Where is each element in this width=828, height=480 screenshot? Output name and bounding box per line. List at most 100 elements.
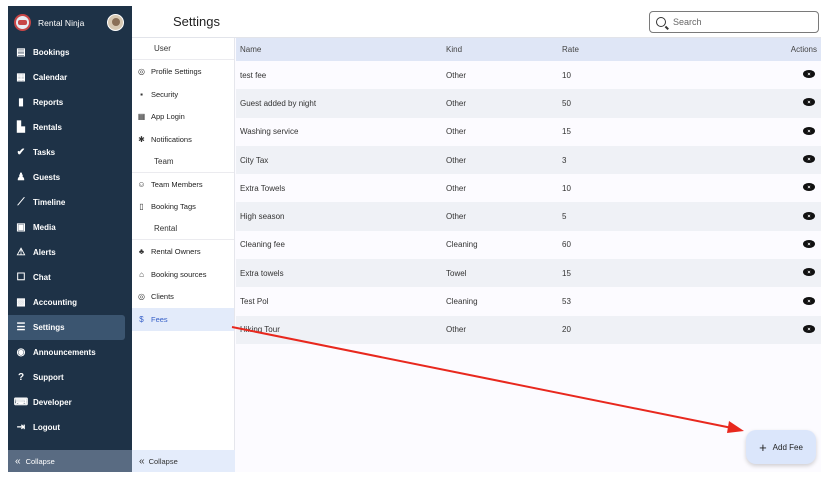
page-header: Settings	[132, 6, 821, 38]
sidebar-collapse-button[interactable]: « Collapse	[8, 450, 132, 472]
sidebar-item-developer[interactable]: ⌨ Developer	[8, 390, 132, 415]
fee-rate-cell: 60	[562, 240, 571, 250]
eye-icon[interactable]	[803, 239, 815, 248]
sidebar-nav: ▤ Bookings ▦ Calendar ▮ Reports ▙ Rentals ✔ Tasks…	[8, 39, 132, 440]
submenu-item-profile-settings[interactable]: ◎ Profile Settings	[132, 60, 234, 83]
gear-icon: ✱	[138, 134, 145, 144]
table-row[interactable]: Guest added by night Other 50	[236, 89, 821, 118]
table-row[interactable]: Washing service Other 15	[236, 117, 821, 146]
calendar-icon: ▦	[16, 72, 26, 83]
sidebar-item-reports[interactable]: ▮ Reports	[8, 90, 132, 115]
search-input[interactable]	[673, 17, 813, 27]
column-header-name[interactable]: Name	[236, 45, 446, 54]
fee-rate-cell: 10	[562, 70, 571, 80]
table-row[interactable]: City Tax Other 3	[236, 145, 821, 175]
fee-rate-cell: 53	[562, 297, 571, 307]
eye-icon[interactable]	[803, 183, 815, 192]
column-header-kind[interactable]: Kind	[446, 45, 560, 54]
submenu-item-label: Rental Owners	[151, 246, 201, 256]
submenu-item-security[interactable]: ▪ Security	[132, 83, 234, 106]
sidebar-item-calendar[interactable]: ▦ Calendar	[8, 65, 132, 90]
table-row[interactable]: Cleaning fee Cleaning 60	[236, 230, 821, 260]
sidebar-item-support[interactable]: ? Support	[8, 365, 132, 390]
sidebar-item-chat[interactable]: ☐ Chat	[8, 265, 132, 290]
dollar-icon: $	[139, 315, 144, 325]
submenu-item-label: Team Members	[151, 179, 203, 189]
submenu-item-clients[interactable]: ◎ Clients	[132, 286, 234, 309]
bookings-icon: ▤	[16, 47, 26, 58]
main-sidebar: Rental Ninja ▤ Bookings ▦ Calendar ▮ Reports ▙…	[8, 6, 132, 472]
sidebar-item-label: Bookings	[33, 48, 70, 57]
fee-rate-cell: 15	[562, 127, 571, 137]
table-row[interactable]: High season Other 5	[236, 202, 821, 231]
actions-cell	[710, 268, 821, 278]
submenu-item-rental-owners[interactable]: ♣ Rental Owners	[132, 240, 234, 263]
sidebar-item-accounting[interactable]: ▩ Accounting	[8, 290, 132, 315]
submenu-section-title: User	[132, 38, 234, 60]
guests-icon: ♟	[16, 172, 26, 183]
sidebar-item-announcements[interactable]: ◉ Announcements	[8, 340, 132, 365]
eye-icon[interactable]	[803, 155, 815, 164]
fee-kind-cell: Other	[446, 70, 467, 80]
submenu-section-title: Rental	[132, 218, 234, 241]
profile-icon: ◎	[138, 66, 145, 76]
submenu-item-label: App Login	[151, 112, 185, 122]
page-title: Settings	[173, 14, 220, 29]
submenu-collapse-label: Collapse	[148, 456, 178, 466]
fee-name-cell: test fee	[240, 70, 267, 80]
actions-cell	[710, 183, 821, 193]
chevrons-left-icon: «	[139, 455, 145, 467]
submenu-item-team-members[interactable]: ☺ Team Members	[132, 173, 234, 196]
fee-rate-cell: 15	[562, 268, 571, 278]
submenu-item-fees[interactable]: $ Fees	[132, 308, 234, 331]
eye-icon[interactable]	[803, 211, 815, 220]
eye-icon[interactable]	[803, 296, 815, 305]
eye-icon[interactable]	[803, 98, 815, 107]
sidebar-item-settings[interactable]: ☰ Settings	[8, 315, 125, 340]
fee-rate-cell: 50	[562, 98, 571, 108]
submenu-item-booking-sources[interactable]: ⌂ Booking sources	[132, 263, 234, 286]
table-row[interactable]: Extra towels Towel 15	[236, 259, 821, 288]
eye-icon[interactable]	[803, 324, 815, 333]
plus-icon: +	[759, 439, 767, 455]
fee-name-cell: Cleaning fee	[240, 240, 285, 250]
submenu-item-booking-tags[interactable]: ▯ Booking Tags	[132, 195, 234, 218]
submenu-item-notifications[interactable]: ✱ Notifications	[132, 128, 234, 151]
fee-kind-cell: Other	[446, 155, 467, 165]
sidebar-item-label: Chat	[33, 273, 51, 282]
add-fee-button[interactable]: + Add Fee	[746, 430, 816, 464]
sidebar-item-tasks[interactable]: ✔ Tasks	[8, 140, 132, 165]
column-header-rate[interactable]: Rate	[560, 45, 710, 54]
submenu-collapse-button[interactable]: « Collapse	[132, 450, 235, 472]
fee-rate-cell: 10	[562, 183, 571, 193]
table-row[interactable]: test fee Other 10	[236, 61, 821, 90]
submenu-item-app-login[interactable]: ▦ App Login	[132, 105, 234, 128]
sidebar-item-media[interactable]: ▣ Media	[8, 215, 132, 240]
sidebar-item-timeline[interactable]: ⟋ Timeline	[8, 190, 132, 215]
developer-icon: ⌨	[13, 397, 29, 408]
table-row[interactable]: Test Pol Cleaning 53	[236, 287, 821, 316]
actions-cell	[710, 324, 821, 335]
eye-icon[interactable]	[803, 268, 815, 277]
actions-cell	[710, 70, 821, 80]
brand-bar: Rental Ninja	[8, 6, 132, 39]
sidebar-item-alerts[interactable]: ⚠ Alerts	[8, 240, 132, 265]
fee-name-cell: Hiking Tour	[240, 325, 280, 335]
sidebar-item-rentals[interactable]: ▙ Rentals	[8, 115, 132, 140]
app-window: Rental Ninja ▤ Bookings ▦ Calendar ▮ Reports ▙…	[8, 6, 821, 472]
eye-icon[interactable]	[803, 126, 815, 135]
sidebar-item-label: Timeline	[33, 198, 66, 207]
search-box[interactable]	[649, 11, 819, 33]
fees-table: Name Kind Rate Actions test fee Other 10 Gu…	[236, 38, 821, 344]
add-fee-label: Add Fee	[772, 442, 803, 452]
avatar[interactable]	[107, 14, 124, 31]
sidebar-item-guests[interactable]: ♟ Guests	[8, 165, 132, 190]
table-row[interactable]: Hiking Tour Other 20	[236, 315, 821, 344]
eye-icon[interactable]	[803, 70, 815, 79]
sidebar-item-logout[interactable]: ⇥ Logout	[8, 415, 132, 440]
brand-logo-icon[interactable]	[14, 14, 31, 31]
sidebar-item-bookings[interactable]: ▤ Bookings	[8, 40, 132, 65]
logout-icon: ⇥	[16, 422, 26, 433]
fee-rate-cell: 5	[562, 212, 567, 222]
table-row[interactable]: Extra Towels Other 10	[236, 174, 821, 203]
